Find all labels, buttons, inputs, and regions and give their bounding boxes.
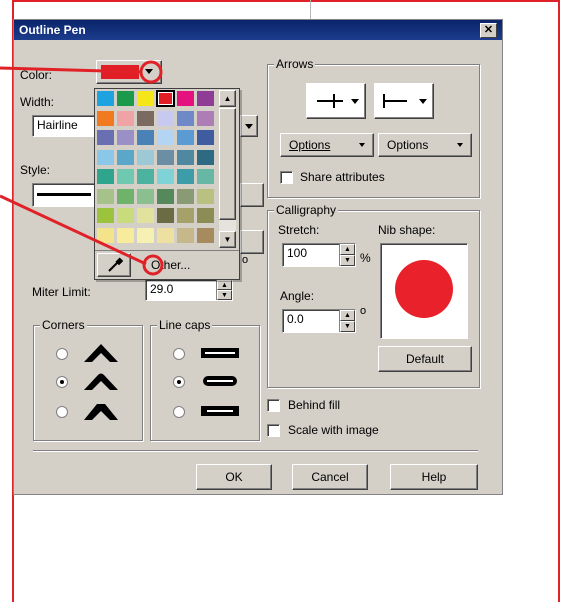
callout-line-color (0, 66, 143, 74)
callout-line-other (0, 194, 147, 266)
callout-circle-color (139, 60, 163, 84)
annotation-overlay (0, 60, 164, 276)
callout-circle-other (142, 254, 164, 276)
